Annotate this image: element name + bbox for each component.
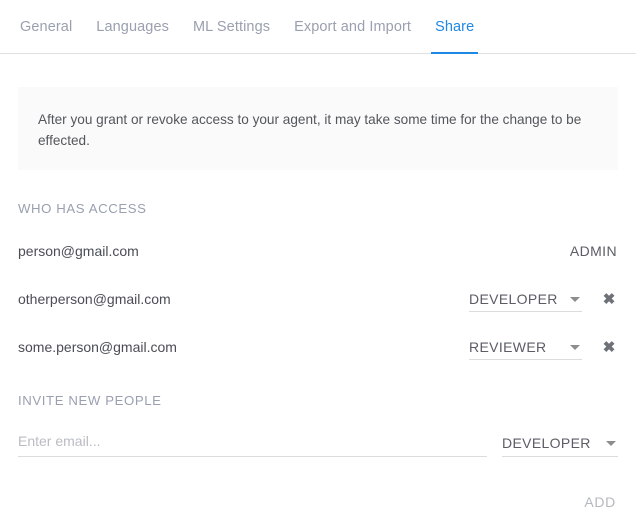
tab-languages[interactable]: Languages	[84, 0, 181, 54]
access-row-email: person@gmail.com	[18, 243, 139, 259]
access-row-email: some.person@gmail.com	[18, 339, 177, 355]
tab-share-label: Share	[435, 19, 475, 35]
notice-banner: After you grant or revoke access to your…	[18, 87, 618, 170]
tab-list: General Languages ML Settings Export and…	[0, 0, 636, 54]
notice-text: After you grant or revoke access to your…	[38, 112, 582, 148]
tab-share[interactable]: Share	[423, 0, 486, 54]
access-row-role-static: ADMIN	[569, 243, 617, 259]
access-row: person@gmail.com ADMIN	[18, 236, 618, 266]
settings-tab-bar: General Languages ML Settings Export and…	[0, 0, 636, 54]
access-row: otherperson@gmail.com DEVELOPER ✖	[18, 284, 618, 314]
tab-languages-label: Languages	[96, 19, 169, 35]
close-icon: ✖	[602, 338, 616, 356]
tab-export-and-import[interactable]: Export and Import	[282, 0, 423, 54]
access-row-role-value: REVIEWER	[469, 338, 547, 355]
access-row-email: otherperson@gmail.com	[18, 291, 171, 307]
invite-email-input[interactable]	[18, 429, 487, 457]
invite-row: DEVELOPER	[18, 428, 618, 458]
access-row-controls: DEVELOPER ✖	[469, 286, 618, 312]
access-row-role-value: DEVELOPER	[469, 290, 558, 307]
tab-ml-settings[interactable]: ML Settings	[181, 0, 282, 54]
tab-general[interactable]: General	[8, 0, 84, 54]
chevron-down-icon	[570, 344, 580, 350]
tab-ml-settings-label: ML Settings	[192, 19, 271, 35]
access-row-role-dropdown[interactable]: REVIEWER	[469, 334, 582, 360]
who-has-access-heading: WHO HAS ACCESS	[18, 201, 147, 216]
invite-role-value: DEVELOPER	[502, 434, 591, 451]
invite-new-people-heading: INVITE NEW PEOPLE	[18, 393, 162, 408]
access-row: some.person@gmail.com REVIEWER ✖	[18, 332, 618, 362]
close-icon: ✖	[602, 290, 616, 308]
invite-role-dropdown[interactable]: DEVELOPER	[502, 430, 618, 457]
chevron-down-icon	[606, 440, 616, 446]
remove-access-button[interactable]: ✖	[600, 289, 618, 309]
remove-access-button[interactable]: ✖	[600, 337, 618, 357]
chevron-down-icon	[570, 296, 580, 302]
tab-export-and-import-label: Export and Import	[294, 19, 412, 35]
access-row-controls: ADMIN	[570, 243, 618, 259]
access-row-controls: REVIEWER ✖	[469, 334, 618, 360]
access-row-role-dropdown[interactable]: DEVELOPER	[469, 286, 582, 312]
tab-general-label: General	[20, 19, 73, 35]
